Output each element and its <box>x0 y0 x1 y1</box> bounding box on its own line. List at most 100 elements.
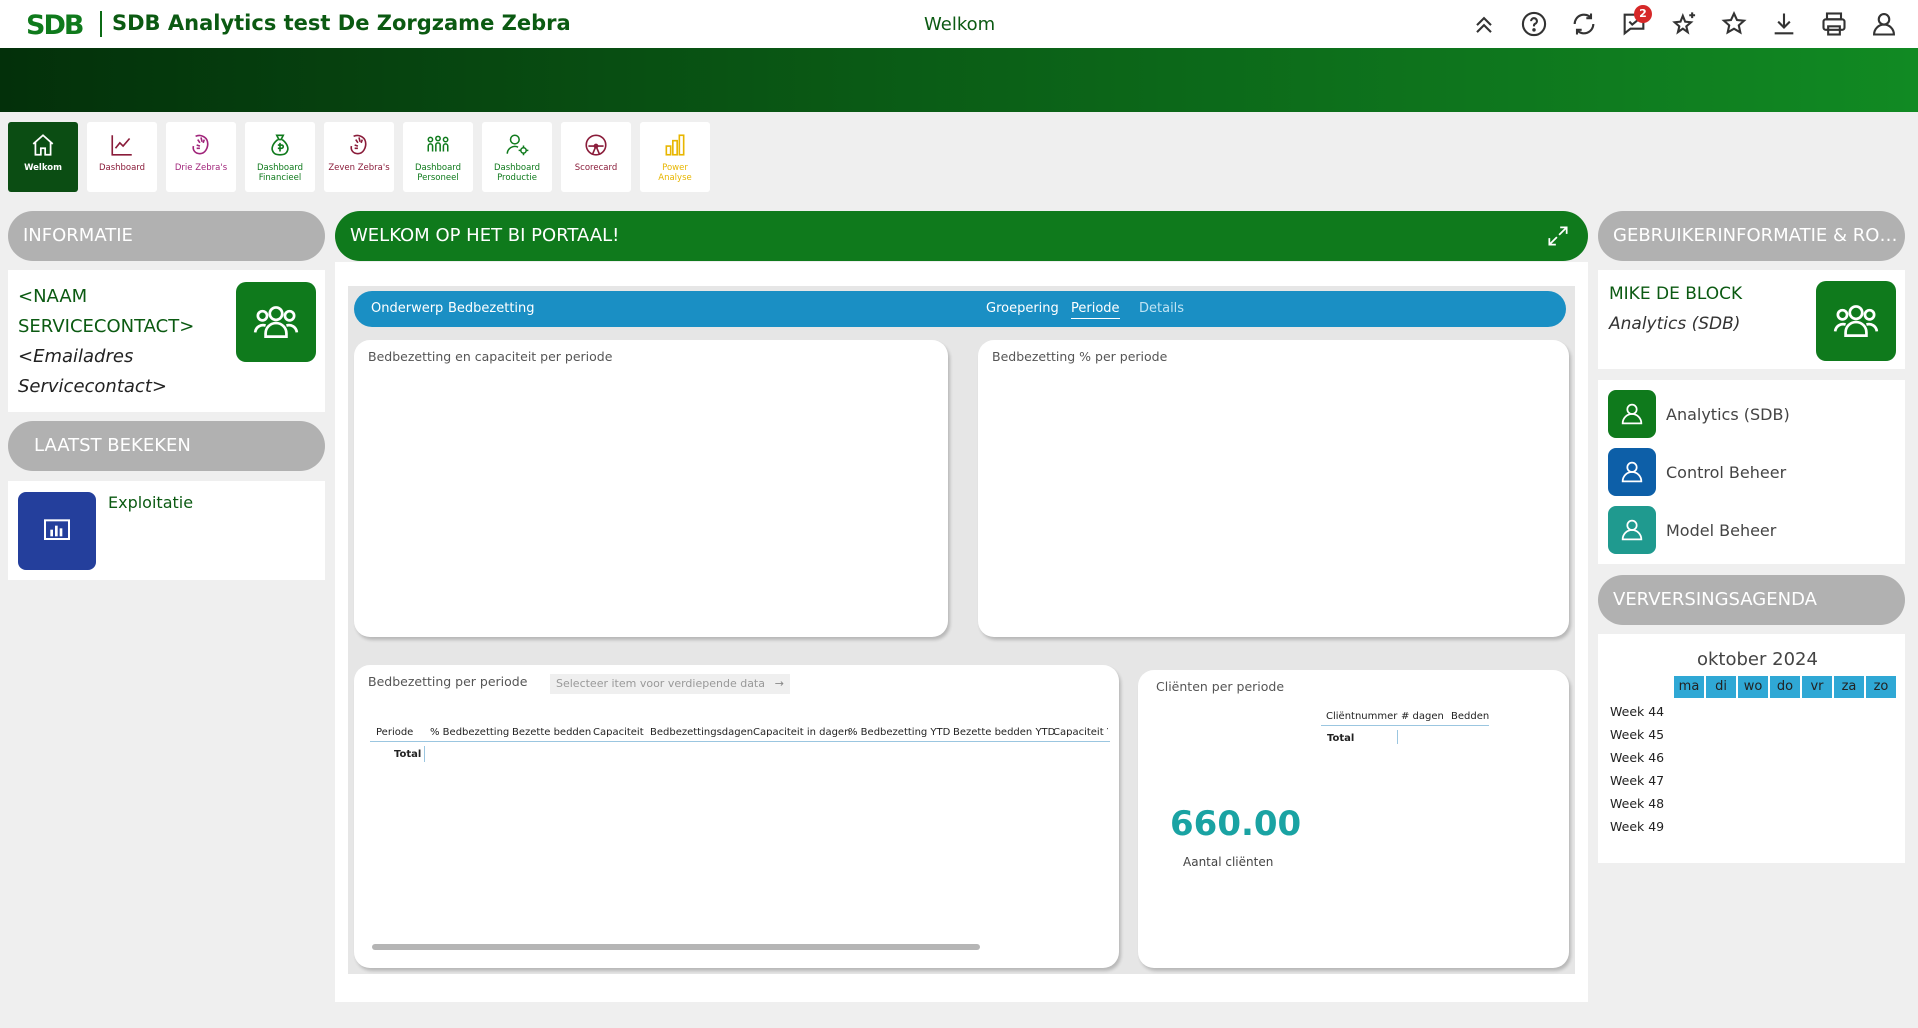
nav-tile-power-analyse[interactable]: Power Analyse <box>640 122 710 192</box>
col-header[interactable]: Periode <box>376 727 413 738</box>
nav-label: Dashboard Personeel <box>414 163 462 183</box>
role-item[interactable]: Analytics (SDB) <box>1608 390 1790 438</box>
arrow-right-icon: → <box>774 677 784 690</box>
kpi-value: 660.00 <box>1170 804 1302 844</box>
contact-avatar <box>236 282 316 362</box>
col-header[interactable]: Capaciteit Y <box>1053 727 1108 738</box>
col-header[interactable]: Bedden <box>1451 711 1489 722</box>
refresh-icon[interactable] <box>1568 8 1600 40</box>
agenda-header: VERVERSINGSAGENDA <box>1598 575 1905 625</box>
print-icon[interactable] <box>1818 8 1850 40</box>
nav-tile-scorecard[interactable]: Scorecard <box>561 122 631 192</box>
user-avatar <box>1816 281 1896 361</box>
user-icon[interactable] <box>1868 8 1900 40</box>
people-icon <box>427 135 449 152</box>
agenda-card: oktober 2024 ma di wo do vr za zo Week 4… <box>1598 634 1905 863</box>
col-header[interactable]: Bezette bedden <box>512 727 591 738</box>
users-group-icon <box>253 306 299 338</box>
nav-tile-dashboard[interactable]: Dashboard <box>87 122 157 192</box>
drilldown-select[interactable]: Selecteer item voor verdiepende data → <box>550 674 790 694</box>
role-item[interactable]: Model Beheer <box>1608 506 1776 554</box>
collapse-up-icon[interactable] <box>1468 8 1500 40</box>
col-header[interactable]: # dagen <box>1401 711 1444 722</box>
report-nav-bedbezetting[interactable]: Bedbezetting <box>448 301 535 316</box>
header-banner <box>0 48 1918 112</box>
user-icon <box>1608 390 1656 438</box>
report-nav-groepering[interactable]: Groepering <box>986 301 1059 316</box>
nav-tile-dashboard-personeel[interactable]: Dashboard Personeel <box>403 122 473 192</box>
total-row-label: Total <box>1327 733 1355 744</box>
notification-badge: 2 <box>1634 5 1652 23</box>
nav-tile-dashboard-financieel[interactable]: Dashboard Financieel <box>245 122 315 192</box>
nav-label: Zeven Zebra's <box>328 163 390 173</box>
nav-tile-drie-zebras[interactable]: Drie Zebra's <box>166 122 236 192</box>
col-header[interactable]: % Bedbezetting <box>430 727 509 738</box>
cell-divider <box>1397 730 1398 744</box>
weekday: za <box>1834 676 1864 698</box>
week-label: Week 45 <box>1610 727 1665 742</box>
expand-icon[interactable] <box>1545 223 1571 249</box>
report-nav-onderwerp[interactable]: Onderwerp <box>371 301 443 316</box>
weekday: vr <box>1802 676 1832 698</box>
chart-line-icon <box>111 135 132 156</box>
user-name: MIKE DE BLOCK <box>1609 284 1743 304</box>
total-row-label: Total <box>394 749 422 760</box>
contact-email: <Emailadres Servicecontact> <box>18 346 167 397</box>
help-icon[interactable] <box>1518 8 1550 40</box>
info-card: <NAAM SERVICECONTACT> <Emailadres Servic… <box>8 270 325 412</box>
recent-item-link[interactable]: Exploitatie <box>108 493 193 512</box>
col-header[interactable]: Capaciteit in dagen <box>753 727 850 738</box>
svg-text:SDB: SDB <box>26 10 83 39</box>
header-divider <box>370 741 1110 742</box>
roles-card: Analytics (SDB) Control Beheer Model Beh… <box>1598 380 1905 564</box>
report-container: Onderwerp Bedbezetting Groepering Period… <box>335 262 1588 1002</box>
col-header[interactable]: Cliëntnummer <box>1326 711 1397 722</box>
report-nav-bar: Onderwerp Bedbezetting Groepering Period… <box>354 291 1566 327</box>
visual-occupancy-table[interactable]: Bedbezetting per periode Selecteer item … <box>354 665 1119 968</box>
app-title: SDB Analytics test De Zorgzame Zebra <box>112 11 571 35</box>
report-canvas: Onderwerp Bedbezetting Groepering Period… <box>348 286 1575 974</box>
visual-capacity-per-period[interactable]: Bedbezetting en capaciteit per periode <box>354 340 948 637</box>
recent-item-thumbnail[interactable] <box>18 492 96 570</box>
report-nav-details[interactable]: Details <box>1139 301 1184 316</box>
role-label: Analytics (SDB) <box>1666 404 1790 424</box>
download-icon[interactable] <box>1768 8 1800 40</box>
favorite-add-icon[interactable] <box>1668 8 1700 40</box>
col-header[interactable]: % Bedbezetting YTD <box>848 727 950 738</box>
sdb-logo: SDB <box>26 10 85 39</box>
role-label: Model Beheer <box>1666 520 1777 540</box>
user-header: GEBRUIKERINFORMATIE & ROL... <box>1598 211 1905 261</box>
visual-title: Cliënten per periode <box>1156 679 1285 694</box>
zebra-icon <box>192 134 209 155</box>
user-settings-icon <box>506 134 529 156</box>
recent-card: Exploitatie <box>8 481 325 580</box>
logo-separator <box>100 11 102 37</box>
contact-name: <NAAM SERVICECONTACT> <box>18 286 195 337</box>
horizontal-scrollbar[interactable] <box>372 944 980 950</box>
weekday: di <box>1706 676 1736 698</box>
page-title: Welkom <box>924 14 996 35</box>
nav-tile-dashboard-productie[interactable]: Dashboard Productie <box>482 122 552 192</box>
money-bag-icon <box>271 134 289 156</box>
visual-occupancy-percent[interactable]: Bedbezetting % per periode <box>978 340 1569 637</box>
visual-clients-per-period[interactable]: Cliënten per periode Cliëntnummer # dage… <box>1138 670 1569 968</box>
col-header[interactable]: Bedbezettingsdagen <box>650 727 753 738</box>
nav-label: Welkom <box>24 163 62 173</box>
nav-tile-zeven-zebras[interactable]: Zeven Zebra's <box>324 122 394 192</box>
weekday: ma <box>1674 676 1704 698</box>
nav-label: Dashboard Productie <box>493 163 541 183</box>
weekday: do <box>1770 676 1800 698</box>
visual-title: Bedbezetting en capaciteit per periode <box>368 349 613 364</box>
main-header: WELKOM OP HET BI PORTAAL! <box>335 211 1588 261</box>
contact-info: <NAAM SERVICECONTACT> <Emailadres Servic… <box>18 282 195 402</box>
role-item[interactable]: Control Beheer <box>1608 448 1786 496</box>
gauge-icon <box>585 134 607 156</box>
nav-tile-welkom[interactable]: Welkom <box>8 122 78 192</box>
report-nav-periode[interactable]: Periode <box>1071 301 1120 319</box>
col-header[interactable]: Bezette bedden YTD <box>953 727 1055 738</box>
col-header[interactable]: Capaciteit <box>593 727 644 738</box>
comments-icon[interactable]: 2 <box>1618 5 1652 40</box>
user-role: Analytics (SDB) <box>1609 314 1741 334</box>
week-label: Week 48 <box>1610 796 1665 811</box>
star-icon[interactable] <box>1718 8 1750 40</box>
